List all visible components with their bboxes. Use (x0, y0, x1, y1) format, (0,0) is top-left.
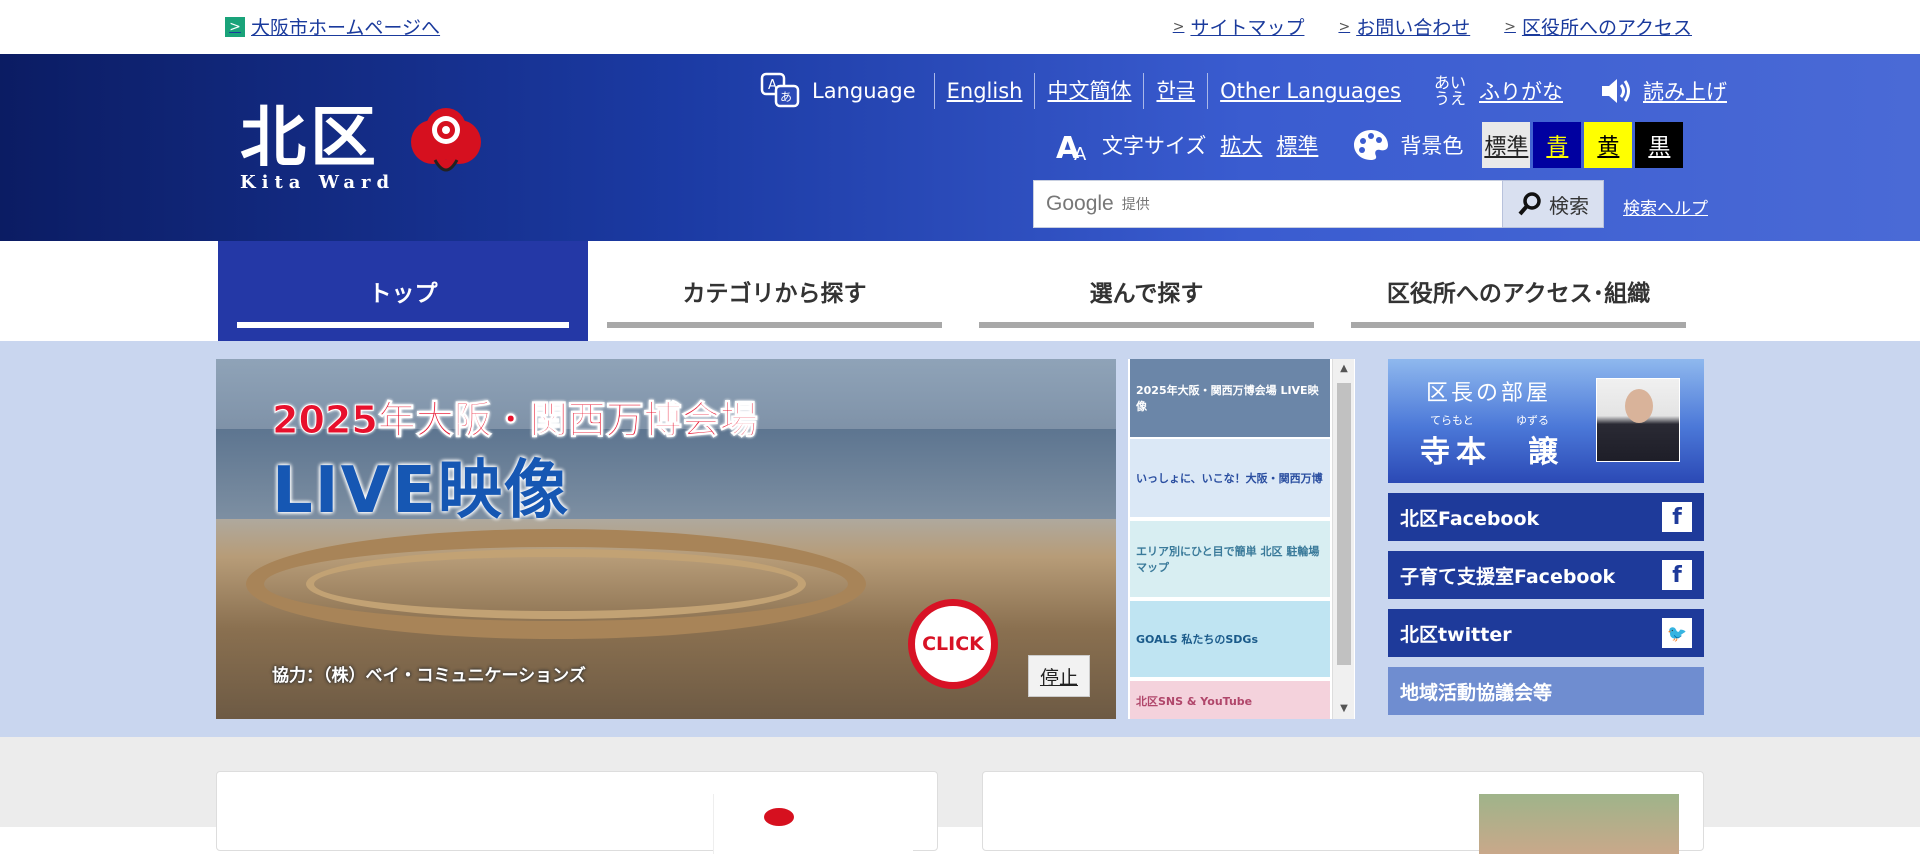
facebook-icon: f (1662, 560, 1692, 590)
banner-item[interactable]: GOALS 私たちのSDGs (1130, 601, 1330, 677)
kita-twitter-link[interactable]: 北区twitter 🐦 (1388, 609, 1704, 657)
photo-thumbnail (1479, 794, 1679, 854)
banner-list: 2025年大阪・関西万博会場 LIVE映像 いっしょに、いこな！大阪・関西万博 … (1128, 359, 1355, 719)
svg-text:あ: あ (780, 90, 792, 104)
google-logo: Google (1046, 192, 1114, 215)
arrow-right-icon: > (225, 16, 245, 37)
search-button[interactable]: 検索 (1502, 180, 1604, 228)
main-nav: トップ カテゴリから探す 選んで探す 区役所へのアクセス･組織 (0, 241, 1920, 341)
osaka-city-link[interactable]: > 大阪市ホームページへ (225, 13, 440, 40)
banner-item[interactable]: いっしょに、いこな！大阪・関西万博 (1130, 439, 1330, 517)
sitemap-link[interactable]: > サイトマップ (1173, 13, 1305, 40)
hero-subtitle: LIVE映像 (272, 454, 570, 528)
lang-english[interactable]: English (933, 73, 1035, 109)
furigana-toggle[interactable]: あい うえ ふりがな (1433, 75, 1563, 107)
svg-text:A: A (1074, 144, 1087, 162)
contact-link[interactable]: > お問い合わせ (1338, 13, 1470, 40)
mayor-room-banner[interactable]: 区長の部屋 てらもと ゆずる 寺本 譲 (1388, 359, 1704, 483)
chevron-right-icon: > (1504, 18, 1516, 35)
lang-korean[interactable]: 한글 (1143, 73, 1207, 109)
kita-facebook-link[interactable]: 北区Facebook f (1388, 493, 1704, 541)
banner-scrollbar[interactable]: ▲ ▼ (1332, 359, 1354, 719)
hero-slide[interactable]: 2025年大阪・関西万博会場 LIVE映像 協力：（株）ベイ・コミュニケーション… (216, 359, 1116, 719)
chevron-right-icon: > (1172, 18, 1185, 35)
furigana-icon: あい うえ (1433, 73, 1466, 108)
bg-blue-button[interactable]: 青 (1533, 122, 1582, 168)
bg-yellow-button[interactable]: 黄 (1584, 122, 1633, 168)
search-help-link[interactable]: 検索ヘルプ (1623, 194, 1708, 219)
scroll-up-icon[interactable]: ▲ (1333, 359, 1355, 379)
mayor-photo (1596, 378, 1680, 462)
background-color-row: 背景色 標準 青 黄 黒 (1352, 122, 1684, 168)
childcare-facebook-link[interactable]: 子育て支援室Facebook f (1388, 551, 1704, 599)
bg-black-button[interactable]: 黒 (1635, 122, 1684, 168)
tab-top[interactable]: トップ (218, 241, 588, 341)
utility-links: > サイトマップ > お問い合わせ > 区役所へのアクセス (1173, 13, 1692, 40)
tab-access-organization[interactable]: 区役所へのアクセス･組織 (1351, 241, 1686, 341)
read-aloud-button[interactable]: 読み上げ (1599, 76, 1727, 106)
language-icon: A あ (760, 72, 800, 108)
site-logo[interactable]: 北区 Kita Ward (240, 104, 395, 193)
banner-item[interactable]: エリア別にひと目で簡単 北区 駐輪場マップ (1130, 521, 1330, 597)
search-icon (1518, 192, 1541, 216)
text-size-standard[interactable]: 標準 (1276, 130, 1318, 160)
search-input[interactable]: Google 提供 (1033, 180, 1503, 228)
hero-title: 2025年大阪・関西万博会場 (272, 398, 759, 443)
utility-bar: > 大阪市ホームページへ > サイトマップ > お問い合わせ > 区役所へのアクセス (0, 0, 1920, 54)
hero-credit: 協力：（株）ベイ・コミュニケーションズ (272, 666, 586, 686)
facebook-icon: f (1662, 502, 1692, 532)
lang-other[interactable]: Other Languages (1207, 73, 1413, 109)
text-size-large[interactable]: 拡大 (1220, 130, 1262, 160)
news-card[interactable] (216, 771, 938, 854)
news-card[interactable] (982, 771, 1704, 854)
tab-category[interactable]: カテゴリから探す (607, 241, 942, 341)
bg-standard-button[interactable]: 標準 (1482, 122, 1531, 168)
lang-chinese[interactable]: 中文簡体 (1034, 73, 1143, 109)
mascot-icon (411, 108, 481, 172)
banner-item[interactable]: 2025年大阪・関西万博会場 LIVE映像 (1130, 359, 1330, 437)
chevron-right-icon: > (1338, 18, 1351, 35)
click-badge: CLICK (908, 599, 998, 689)
text-size-row: A A 文字サイズ 拡大 標準 背景色 標準 青 黄 黒 (1056, 121, 1684, 169)
community-council-link[interactable]: 地域活動協議会等 (1388, 667, 1704, 715)
speaker-icon (1602, 79, 1630, 103)
text-size-icon: A A (1056, 131, 1087, 162)
palette-icon (1354, 130, 1389, 160)
language-row: A あ Language English 中文簡体 한글 Other Langu… (760, 72, 1727, 110)
slideshow-stop-button[interactable]: 停止 (1028, 655, 1090, 697)
banner-item[interactable]: 北区SNS & YouTube (1130, 681, 1330, 719)
site-header: 北区 Kita Ward A あ Language English 中文簡体 한… (0, 54, 1920, 241)
twitter-icon: 🐦 (1662, 618, 1692, 648)
tab-select[interactable]: 選んで探す (979, 241, 1314, 341)
scroll-down-icon[interactable]: ▼ (1333, 699, 1355, 719)
access-link[interactable]: > 区役所へのアクセス (1504, 13, 1692, 40)
side-links: 区長の部屋 てらもと ゆずる 寺本 譲 北区Facebook f 子育て支援室F… (1388, 359, 1704, 715)
expo-logo (764, 808, 794, 826)
